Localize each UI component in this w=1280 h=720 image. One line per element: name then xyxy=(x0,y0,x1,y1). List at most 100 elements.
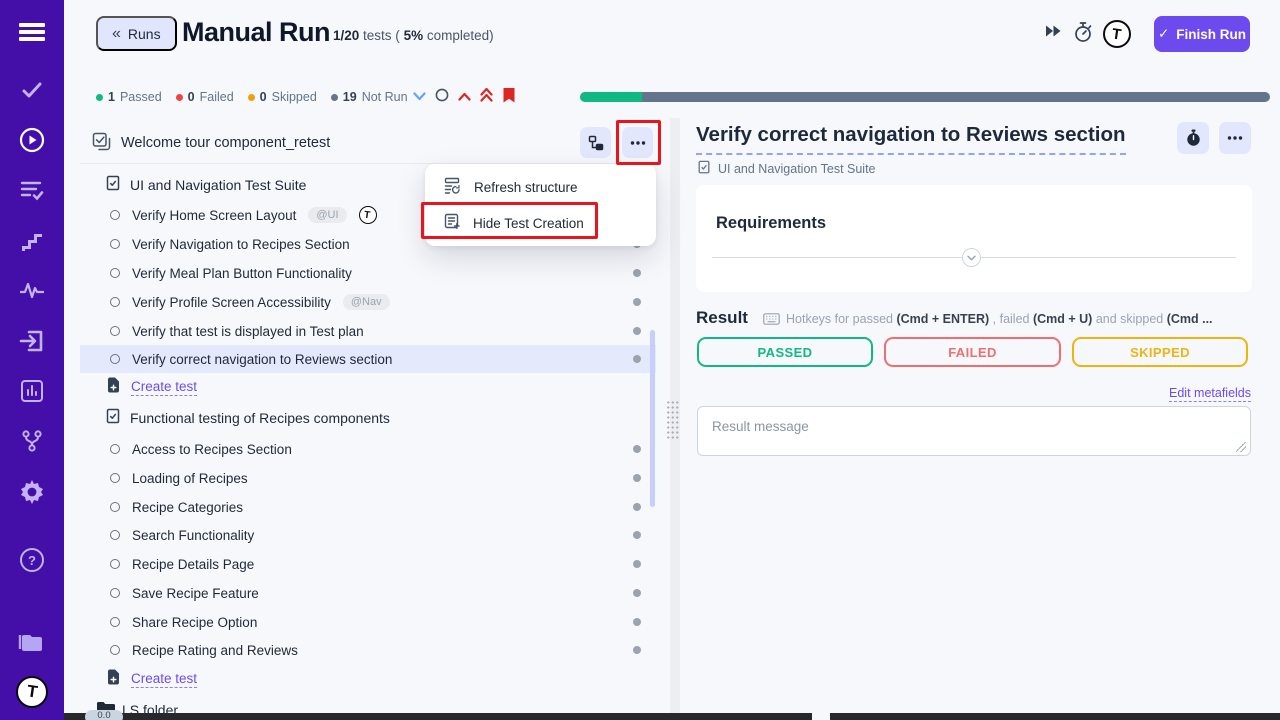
sidebar-item-test-plans-icon[interactable] xyxy=(0,172,64,208)
test-label: Recipe Rating and Reviews xyxy=(132,643,298,658)
completed-word: completed) xyxy=(427,28,494,43)
create-test-link[interactable]: Create test xyxy=(131,671,197,688)
sidebar-item-runs-icon[interactable] xyxy=(0,122,64,158)
test-status-circle-icon xyxy=(110,444,120,454)
finish-run-button[interactable]: ✓ Finish Run xyxy=(1154,16,1250,52)
test-status-circle-icon xyxy=(110,645,120,655)
bottom-bar-right xyxy=(830,713,1280,720)
create-test-row: Create test xyxy=(80,373,656,401)
hotkeys-hint: Hotkeys for passed (Cmd + ENTER) , faile… xyxy=(763,311,1252,327)
test-row-selected[interactable]: Verify correct navigation to Reviews sec… xyxy=(80,345,656,373)
bookmark-icon[interactable] xyxy=(502,87,516,108)
progress-fill xyxy=(580,92,642,102)
test-title[interactable]: Verify correct navigation to Reviews sec… xyxy=(696,123,1126,155)
sidebar-item-settings-gear-icon[interactable] xyxy=(0,474,64,510)
notrun-dot-icon xyxy=(331,94,338,101)
test-status-circle-icon xyxy=(110,354,120,364)
test-label: Loading of Recipes xyxy=(132,471,248,486)
suite-doc-check-icon xyxy=(105,408,121,428)
test-row[interactable]: Access to Recipes Section xyxy=(80,435,656,463)
fast-forward-icon[interactable] xyxy=(1044,24,1062,38)
test-label: Search Functionality xyxy=(132,528,254,543)
jump-up-icon[interactable] xyxy=(458,88,471,106)
passed-button[interactable]: PASSED xyxy=(697,337,873,367)
sidebar-item-import-icon[interactable] xyxy=(0,323,64,359)
run-tree-header: Welcome tour component_retest xyxy=(92,128,330,158)
tree-scrollbar[interactable] xyxy=(650,330,655,507)
test-label: Verify correct navigation to Reviews sec… xyxy=(132,352,392,367)
sidebar-item-steps-icon[interactable] xyxy=(0,223,64,259)
not-run-dot-icon xyxy=(633,560,641,568)
sidebar-item-activity-icon[interactable] xyxy=(0,272,64,308)
test-status-circle-icon xyxy=(110,473,120,483)
run-tree-title: Welcome tour component_retest xyxy=(121,135,330,151)
back-to-runs-button[interactable]: « Runs xyxy=(96,16,177,51)
not-run-dot-icon xyxy=(633,327,641,335)
sidebar-projects-folder-icon[interactable] xyxy=(0,624,64,660)
test-suite-breadcrumb: UI and Navigation Test Suite xyxy=(697,160,876,178)
failed-dot-icon xyxy=(176,94,183,101)
hamburger-menu-icon[interactable] xyxy=(0,14,64,50)
suite-row[interactable]: Functional testing of Recipes components xyxy=(80,404,656,432)
notrun-counter: 19Not Run xyxy=(331,90,408,104)
suite-doc-check-icon xyxy=(105,175,121,195)
test-label: Verify Profile Screen Accessibility xyxy=(132,295,331,310)
test-row[interactable]: Recipe Categories xyxy=(80,493,656,521)
test-navigation-controls xyxy=(413,89,516,105)
file-plus-icon xyxy=(107,669,120,690)
test-label: Verify Home Screen Layout xyxy=(132,208,296,223)
test-row[interactable]: Share Recipe Option xyxy=(80,608,656,636)
menu-item-refresh-structure[interactable]: Refresh structure xyxy=(425,169,656,205)
toggle-tree-view-button[interactable] xyxy=(580,127,611,158)
test-row[interactable]: Recipe Details Page xyxy=(80,550,656,578)
automation-logo-icon[interactable]: T xyxy=(359,206,377,224)
test-row[interactable]: Loading of Recipes xyxy=(80,464,656,492)
sidebar-item-branches-icon[interactable] xyxy=(0,423,64,459)
result-section-title: Result xyxy=(696,308,748,328)
test-status-circle-icon xyxy=(110,268,120,278)
not-run-dot-icon xyxy=(633,503,641,511)
test-status-circle-icon xyxy=(110,617,120,627)
edit-metafields-link[interactable]: Edit metafields xyxy=(1169,386,1251,402)
not-run-dot-icon xyxy=(633,618,641,626)
workspace-logo[interactable]: T xyxy=(1103,20,1131,48)
test-timer-button[interactable] xyxy=(1177,122,1209,154)
test-row[interactable]: Recipe Rating and Reviews xyxy=(80,636,656,664)
copy-check-icon xyxy=(92,132,111,155)
test-row[interactable]: Verify Profile Screen Accessibility @Nav xyxy=(80,288,656,316)
sidebar-item-checks-icon[interactable] xyxy=(0,72,64,108)
failed-button[interactable]: FAILED xyxy=(884,337,1061,367)
test-label: Verify Meal Plan Button Functionality xyxy=(132,266,352,281)
not-run-dot-icon xyxy=(633,355,641,363)
run-progress-summary: 1/20 tests ( 5% completed) xyxy=(333,28,494,43)
test-label: Save Recipe Feature xyxy=(132,586,259,601)
create-test-link[interactable]: Create test xyxy=(131,379,197,396)
jump-down-icon[interactable] xyxy=(413,88,426,106)
panel-resize-handle[interactable] xyxy=(666,400,679,440)
sidebar-item-reports-icon[interactable] xyxy=(0,373,64,409)
expand-requirements-chevron-icon[interactable] xyxy=(962,248,981,267)
test-row[interactable]: Search Functionality xyxy=(80,521,656,549)
test-options-ellipsis-button[interactable] xyxy=(1219,122,1251,154)
test-label: Recipe Categories xyxy=(132,500,243,515)
percent-completed: 5% xyxy=(404,28,424,43)
bottom-bar-left xyxy=(64,713,812,720)
sidebar-help-icon[interactable]: ? xyxy=(0,542,64,578)
folder-count-badge: 0.0 xyxy=(85,710,123,720)
test-row[interactable]: Save Recipe Feature xyxy=(80,579,656,607)
test-status-circle-icon xyxy=(110,239,120,249)
svg-text:?: ? xyxy=(28,553,36,568)
test-row[interactable]: Verify that test is displayed in Test pl… xyxy=(80,317,656,345)
result-message-input[interactable] xyxy=(697,406,1251,456)
test-label: Verify Navigation to Recipes Section xyxy=(132,237,350,252)
timer-icon[interactable] xyxy=(1072,21,1094,43)
not-run-dot-icon xyxy=(633,269,641,277)
run-progress-bar xyxy=(580,92,1270,102)
jump-top-icon[interactable] xyxy=(480,88,493,107)
requirements-card: Requirements xyxy=(696,185,1252,292)
requirements-title: Requirements xyxy=(716,214,826,233)
sidebar-brand-logo[interactable]: T xyxy=(0,674,64,710)
current-test-circle-icon[interactable] xyxy=(435,88,449,107)
skipped-button[interactable]: SKIPPED xyxy=(1072,337,1248,367)
test-row[interactable]: Verify Meal Plan Button Functionality xyxy=(80,259,656,287)
